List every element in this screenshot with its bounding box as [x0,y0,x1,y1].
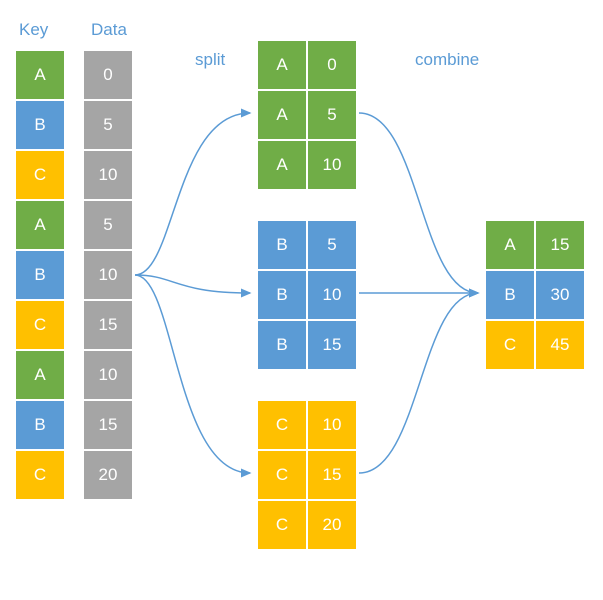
data-column: 051051015101520 [83,50,133,500]
data-cell: 5 [83,100,133,150]
result-cell: 45 [535,320,585,370]
key-cell: A [15,50,65,100]
data-cell: 20 [83,450,133,500]
key-cell: B [15,100,65,150]
result-table: A15B30C45 [483,218,587,372]
input-columns: ABCABCABC 051051015101520 [15,50,133,500]
key-cell: C [15,300,65,350]
data-cell: 0 [83,50,133,100]
result-cell: 30 [535,270,585,320]
data-cell: 10 [83,250,133,300]
key-cell: B [15,400,65,450]
group-cell: 10 [307,270,357,320]
group-cell: 20 [307,500,357,550]
group-a-table: A0A5A10 [255,38,359,192]
group-cell: 5 [307,90,357,140]
group-cell: A [257,40,307,90]
data-cell: 5 [83,200,133,250]
group-cell: 15 [307,320,357,370]
group-cell: 10 [307,140,357,190]
group-cell: A [257,90,307,140]
key-cell: A [15,350,65,400]
group-cell: B [257,270,307,320]
key-header: Key [15,20,69,40]
group-cell: C [257,500,307,550]
group-cell: B [257,320,307,370]
group-cell: A [257,140,307,190]
combine-label: combine [415,50,479,70]
data-cell: 10 [83,350,133,400]
group-cell: B [257,220,307,270]
group-b-table: B5B10B15 [255,218,359,372]
key-column: ABCABCABC [15,50,65,500]
group-cell: 10 [307,400,357,450]
data-cell: 15 [83,300,133,350]
group-c-table: C10C15C20 [255,398,359,552]
key-cell: B [15,250,65,300]
result-cell: A [485,220,535,270]
split-label: split [195,50,225,70]
group-cell: C [257,400,307,450]
column-headers: Key Data [15,20,588,40]
result-cell: C [485,320,535,370]
group-cell: 15 [307,450,357,500]
result-cell: B [485,270,535,320]
data-header: Data [87,20,141,40]
result-cell: 15 [535,220,585,270]
group-cell: 5 [307,220,357,270]
data-cell: 15 [83,400,133,450]
group-cell: C [257,450,307,500]
key-cell: C [15,150,65,200]
key-cell: C [15,450,65,500]
group-cell: 0 [307,40,357,90]
key-cell: A [15,200,65,250]
data-cell: 10 [83,150,133,200]
